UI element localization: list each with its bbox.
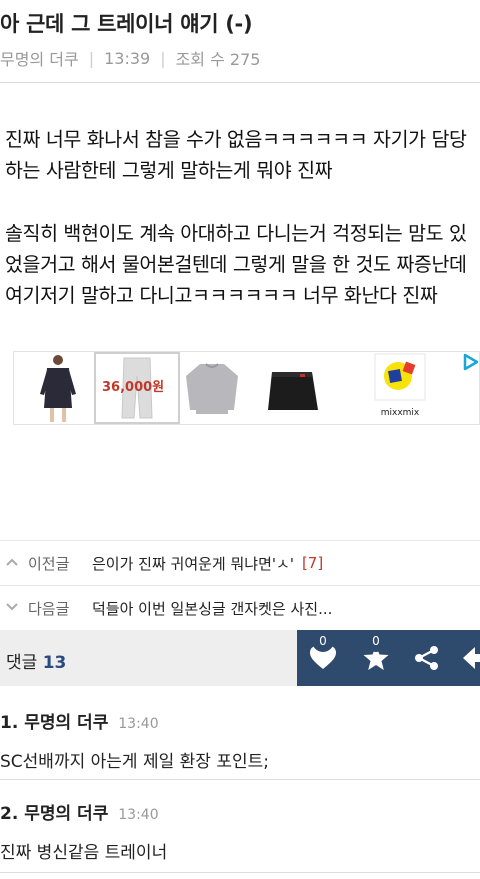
comment-count: 13 xyxy=(42,653,67,673)
share-icon xyxy=(415,646,438,670)
chevron-up-icon xyxy=(6,557,18,570)
star-count-badge: 0 xyxy=(365,630,387,652)
comment-count-label: 댓글 13 xyxy=(6,648,66,673)
ad-brand-text: mixxmix xyxy=(381,408,420,418)
ad-product-white-pants[interactable]: 36,000원 xyxy=(94,352,180,424)
prev-post-link[interactable]: 이전글 은이가 진짜 귀여운게 뭐냐면'ㅅ' [7] xyxy=(0,540,480,585)
arrow-left-icon xyxy=(463,647,480,669)
post-title: 아 근데 그 트레이너 얘기 (-) xyxy=(0,12,253,36)
next-post-link[interactable]: 다음글 덕들아 이번 일본싱글 갠자켓은 사진... xyxy=(0,585,480,630)
back-button[interactable] xyxy=(461,644,480,672)
comment-item: 1. 무명의 더쿠 13:40 SC선배까지 아는게 제일 환장 포인트; xyxy=(0,708,480,772)
scrap-button[interactable]: 0 xyxy=(362,630,390,672)
ad-brand-mixxmix[interactable]: mixxmix xyxy=(374,352,426,424)
like-count-badge: 0 xyxy=(312,630,334,652)
comment-divider xyxy=(0,872,480,873)
comment-divider xyxy=(0,779,480,780)
header-divider xyxy=(0,82,480,83)
prev-comment-count: [7] xyxy=(301,554,324,572)
comment-header: 1. 무명의 더쿠 13:40 xyxy=(0,708,480,733)
comment-label-text: 댓글 xyxy=(6,653,38,673)
comment-text: 진짜 병신같음 트레이너 xyxy=(0,843,168,863)
ad-product-grey-sweatshirt[interactable] xyxy=(182,352,242,424)
next-title[interactable]: 덕들아 이번 일본싱글 갠자켓은 사진... xyxy=(92,598,332,619)
comment-toolbar: 댓글 13 0 0 xyxy=(0,630,480,686)
comment-item: 2. 무명의 더쿠 13:40 진짜 병신같음 트레이너 xyxy=(0,799,480,863)
adchoices-icon[interactable] xyxy=(461,352,480,372)
post-time: 13:39 xyxy=(104,48,151,68)
comment-author[interactable]: 무명의 더쿠 xyxy=(24,804,108,824)
ad-banner[interactable]: 36,000원 mixxmix xyxy=(13,351,480,425)
comment-time: 13:40 xyxy=(118,807,159,823)
comment-number: 2. xyxy=(0,804,19,824)
post-author[interactable]: 무명의 더쿠 xyxy=(0,46,79,70)
post-body: 진짜 너무 화나서 참을 수가 없음ㅋㅋㅋㅋㅋㅋ 자기가 담당하는 사람한테 그… xyxy=(5,128,467,308)
like-button[interactable]: 0 xyxy=(309,630,337,672)
comment-header: 2. 무명의 더쿠 13:40 xyxy=(0,799,480,824)
meta-divider: | xyxy=(160,48,166,68)
ad-price: 36,000원 xyxy=(102,380,165,395)
action-buttons: 0 0 xyxy=(297,630,480,686)
chevron-down-icon xyxy=(6,602,18,615)
ad-product-dark-dress[interactable] xyxy=(32,352,82,424)
ad-product-black-skirt[interactable] xyxy=(264,352,322,424)
comment-number: 1. xyxy=(0,713,19,733)
comment-time: 13:40 xyxy=(118,716,159,732)
comment-author[interactable]: 무명의 더쿠 xyxy=(24,713,108,733)
post-meta: 무명의 더쿠 | 13:39 | 조회 수 275 xyxy=(0,46,260,70)
next-label: 다음글 xyxy=(28,599,70,618)
post-views: 조회 수 275 xyxy=(175,50,261,69)
prev-title[interactable]: 은이가 진짜 귀여운게 뭐냐면'ㅅ' xyxy=(92,553,294,574)
comment-text: SC선배까지 아는게 제일 환장 포인트; xyxy=(0,752,269,772)
meta-divider: | xyxy=(88,48,95,68)
prev-label: 이전글 xyxy=(28,554,70,573)
share-button[interactable] xyxy=(413,644,441,672)
